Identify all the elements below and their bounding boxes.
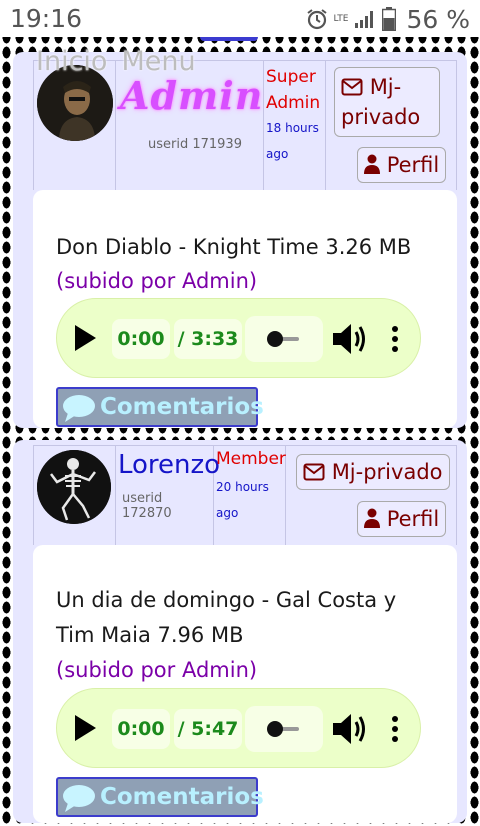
post-time-line2: ago: [266, 147, 289, 161]
post-content: Un dia de domingo - Gal Costa y Tim Maia…: [33, 545, 457, 823]
current-time: 0:00: [112, 709, 170, 749]
private-message-label-line2: privado: [341, 105, 421, 129]
post-time: 20 hours ago: [216, 474, 269, 526]
post-time-line1: 20 hours: [216, 480, 269, 494]
battery-percent: 56 %: [406, 4, 470, 34]
post-author-row: Admin userid 171939 Super Admin 18 hours…: [33, 60, 457, 190]
profile-button[interactable]: Perfil: [357, 501, 447, 537]
comments-button[interactable]: Comentarios: [56, 387, 264, 427]
song-title: Don Diablo - Knight Time 3.26 MB: [56, 235, 412, 259]
role-cell: Member 20 hours ago: [214, 446, 286, 545]
post-card: Lorenzo userid 172870 Member 20 hours ag…: [13, 440, 467, 823]
avatar-cell: [34, 446, 116, 545]
comment-icon: [63, 395, 95, 422]
actions-cell: Mj-privado Perfil: [286, 446, 456, 545]
comments-label: Comentarios: [100, 784, 264, 810]
username-cell: Lorenzo userid 172870: [116, 446, 220, 545]
volume-icon[interactable]: [331, 711, 371, 747]
user-role-line2: Admin: [266, 93, 321, 113]
status-icons: LTE 56 %: [306, 4, 470, 34]
signal-icon: [355, 11, 374, 28]
comments-label: Comentarios: [100, 394, 264, 420]
private-message-button[interactable]: Mj-privado: [296, 454, 450, 490]
hidden-nav-button[interactable]: [200, 37, 258, 41]
current-time: 0:00: [112, 319, 170, 359]
role-cell: Super Admin 18 hours ago: [264, 61, 326, 190]
post-card: Admin userid 171939 Super Admin 18 hours…: [13, 52, 467, 428]
volume-icon[interactable]: [331, 321, 371, 357]
user-id-label: userid 171939: [148, 137, 242, 152]
status-time: 19:16: [10, 4, 83, 33]
slider-thumb[interactable]: [267, 331, 283, 347]
play-icon[interactable]: [69, 713, 99, 743]
duration: / 5:47: [174, 709, 242, 749]
nav-menu-link[interactable]: Menu: [121, 46, 195, 77]
top-nav: Inicio Menu: [36, 46, 196, 77]
envelope-icon: [341, 78, 363, 96]
more-options-icon[interactable]: [391, 715, 399, 743]
post-author-row: Lorenzo userid 172870 Member 20 hours ag…: [33, 445, 457, 545]
post-time: 18 hours ago: [266, 115, 319, 167]
post-content: Don Diablo - Knight Time 3.26 MB (subido…: [33, 190, 457, 428]
battery-icon: [382, 7, 397, 31]
comments-button[interactable]: Comentarios: [56, 777, 264, 817]
network-type-label: LTE: [333, 13, 349, 24]
username-cell: Admin userid 171939: [116, 61, 264, 190]
alarm-icon: [306, 9, 327, 30]
uploader-label: (subido por Admin): [56, 269, 258, 293]
progress-slider[interactable]: [245, 706, 323, 752]
username-link[interactable]: Admin: [120, 73, 263, 118]
user-role: Member: [216, 449, 286, 469]
avatar[interactable]: [37, 450, 111, 524]
audio-player: 0:00 / 5:47: [56, 688, 421, 768]
play-icon[interactable]: [69, 323, 99, 353]
post-time-line2: ago: [216, 506, 239, 520]
private-message-button[interactable]: Mj- privado: [334, 67, 440, 137]
profile-button-label: Perfil: [386, 507, 440, 531]
more-options-icon[interactable]: [391, 325, 399, 353]
uploader-label: (subido por Admin): [56, 658, 258, 682]
private-message-label-line1: Mj-: [369, 75, 402, 99]
post-time-line1: 18 hours: [266, 121, 319, 135]
private-message-label: Mj-privado: [331, 460, 443, 484]
status-bar: 19:16 LTE 56 %: [0, 0, 480, 37]
progress-slider[interactable]: [245, 316, 323, 362]
profile-button[interactable]: Perfil: [357, 147, 447, 183]
username-link[interactable]: Lorenzo: [118, 450, 220, 480]
envelope-icon: [303, 463, 325, 481]
avatar-skeleton-image: [37, 450, 111, 524]
avatar-cell: [34, 61, 116, 190]
profile-button-label: Perfil: [386, 153, 440, 177]
user-role: Super Admin: [266, 64, 320, 116]
user-id-label: userid 172870: [122, 491, 172, 521]
nav-home-link[interactable]: Inicio: [36, 46, 107, 77]
comment-icon: [63, 785, 95, 812]
song-title: Un dia de domingo - Gal Costa y Tim Maia…: [56, 588, 397, 647]
user-icon: [364, 508, 380, 528]
user-icon: [364, 154, 380, 174]
actions-cell: Mj- privado Perfil: [326, 61, 456, 190]
audio-player: 0:00 / 3:33: [56, 298, 421, 378]
duration: / 3:33: [174, 319, 242, 359]
user-role-line1: Super: [266, 67, 316, 87]
slider-thumb[interactable]: [267, 721, 283, 737]
